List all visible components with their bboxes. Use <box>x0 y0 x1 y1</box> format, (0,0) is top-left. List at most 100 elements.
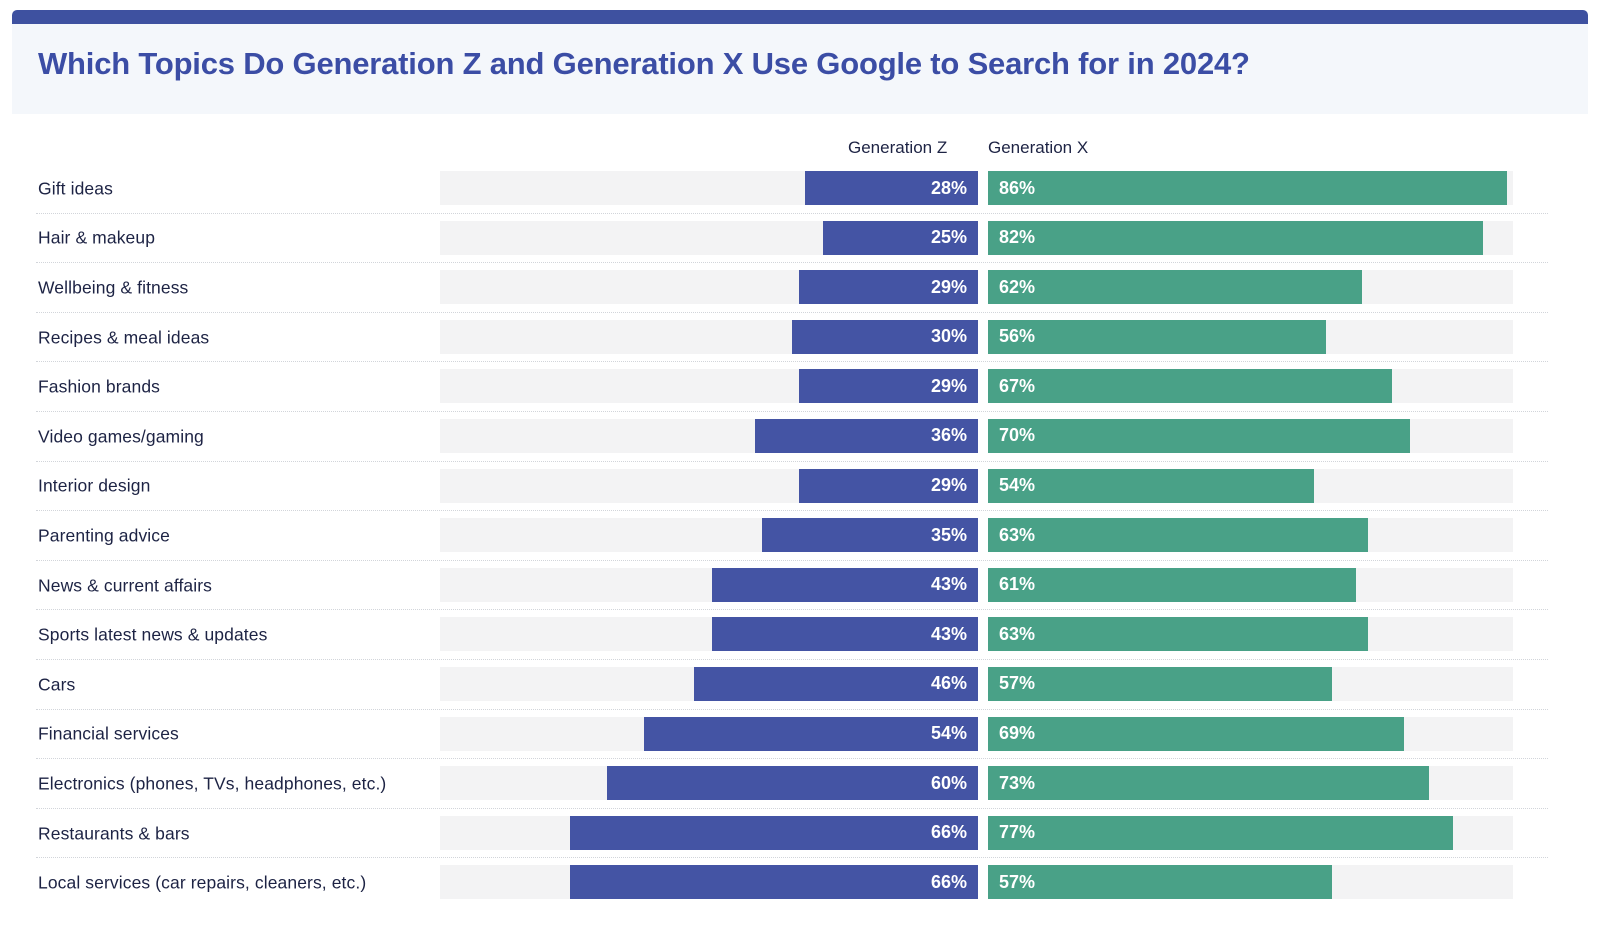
generation-x-track: 56% <box>988 319 1513 354</box>
generation-z-track: 29% <box>440 270 978 305</box>
generation-z-value: 29% <box>930 375 967 396</box>
generation-x-track: 54% <box>988 468 1513 503</box>
chart-row: Interior design 29% 54% <box>0 462 1600 512</box>
category-label: Hair & makeup <box>38 227 156 248</box>
generation-z-track: 30% <box>440 319 978 354</box>
generation-x-bar: 57% <box>988 865 1332 900</box>
generation-z-track: 25% <box>440 220 978 255</box>
chart-legend: Generation Z Generation X <box>0 138 1600 164</box>
legend-item-generation-z: Generation Z <box>848 138 948 157</box>
page-title: Which Topics Do Generation Z and Generat… <box>38 46 1250 81</box>
generation-z-track: 43% <box>440 617 978 652</box>
generation-z-bar: 28% <box>804 171 978 205</box>
generation-x-value: 61% <box>999 574 1036 595</box>
generation-x-track: 61% <box>988 567 1513 602</box>
chart-row: Local services (car repairs, cleaners, e… <box>0 858 1600 908</box>
generation-x-bar: 54% <box>988 468 1314 503</box>
generation-x-value: 57% <box>999 673 1036 694</box>
category-label: Wellbeing & fitness <box>38 277 189 298</box>
generation-z-bar: 35% <box>761 518 978 553</box>
generation-x-bar: 57% <box>988 666 1332 701</box>
generation-z-track: 46% <box>440 666 978 701</box>
chart-row: Fashion brands 29% 67% <box>0 362 1600 412</box>
generation-z-value: 25% <box>930 227 967 248</box>
category-label: Fashion brands <box>38 376 161 397</box>
generation-z-track: 36% <box>440 418 978 453</box>
legend-item-generation-x: Generation X <box>988 138 1089 157</box>
generation-z-bar: 25% <box>823 220 978 255</box>
category-label: Parenting advice <box>38 525 170 546</box>
chart-row: Gift ideas 28% 86% <box>0 164 1600 214</box>
generation-z-track: 66% <box>440 865 978 900</box>
generation-x-track: 73% <box>988 766 1513 801</box>
generation-x-track: 82% <box>988 220 1513 255</box>
generation-z-value: 29% <box>930 475 967 496</box>
generation-z-bar: 36% <box>755 418 978 453</box>
generation-x-track: 70% <box>988 418 1513 453</box>
category-label: Interior design <box>38 475 151 496</box>
generation-x-track: 63% <box>988 617 1513 652</box>
generation-x-value: 67% <box>999 375 1036 396</box>
generation-x-value: 56% <box>999 326 1036 347</box>
generation-z-bar: 29% <box>798 270 978 305</box>
generation-z-value: 54% <box>930 723 967 744</box>
generation-z-track: 54% <box>440 716 978 751</box>
generation-z-value: 60% <box>930 772 967 793</box>
generation-z-track: 43% <box>440 567 978 602</box>
generation-x-bar: 77% <box>988 815 1453 850</box>
generation-x-bar: 69% <box>988 716 1405 751</box>
generation-z-value: 28% <box>930 177 967 198</box>
generation-x-bar: 73% <box>988 766 1429 801</box>
chart-row: Restaurants & bars 66% 77% <box>0 809 1600 859</box>
chart-row: Recipes & meal ideas 30% 56% <box>0 313 1600 363</box>
generation-x-track: 62% <box>988 270 1513 305</box>
generation-z-bar: 30% <box>792 319 978 354</box>
generation-z-value: 36% <box>930 425 967 446</box>
generation-z-bar: 43% <box>712 617 978 652</box>
chart-row: Sports latest news & updates 43% 63% <box>0 610 1600 660</box>
category-label: Gift ideas <box>38 178 113 199</box>
generation-x-value: 63% <box>999 623 1036 644</box>
generation-z-value: 43% <box>930 574 967 595</box>
category-label: Restaurants & bars <box>38 823 190 844</box>
generation-z-track: 60% <box>440 766 978 801</box>
generation-x-track: 57% <box>988 666 1513 701</box>
generation-x-bar: 86% <box>988 171 1507 205</box>
generation-x-bar: 56% <box>988 319 1326 354</box>
generation-x-value: 70% <box>999 425 1036 446</box>
chart-row: Electronics (phones, TVs, headphones, et… <box>0 759 1600 809</box>
chart-row: News & current affairs 43% 61% <box>0 561 1600 611</box>
generation-z-bar: 66% <box>569 815 978 850</box>
category-label: Video games/gaming <box>38 426 204 447</box>
generation-z-value: 43% <box>930 623 967 644</box>
generation-z-value: 35% <box>930 524 967 545</box>
generation-x-bar: 63% <box>988 617 1369 652</box>
generation-x-track: 57% <box>988 865 1513 900</box>
generation-x-bar: 62% <box>988 270 1363 305</box>
category-label: Local services (car repairs, cleaners, e… <box>38 872 367 893</box>
generation-x-value: 69% <box>999 723 1036 744</box>
generation-z-value: 29% <box>930 276 967 297</box>
chart-row: Financial services 54% 69% <box>0 710 1600 760</box>
generation-x-value: 62% <box>999 276 1036 297</box>
generation-x-track: 86% <box>988 171 1513 205</box>
generation-z-bar: 29% <box>798 369 978 404</box>
generation-x-bar: 67% <box>988 369 1393 404</box>
generation-x-bar: 82% <box>988 220 1483 255</box>
generation-z-track: 35% <box>440 518 978 553</box>
generation-x-track: 69% <box>988 716 1513 751</box>
generation-z-track: 66% <box>440 815 978 850</box>
chart-row: Wellbeing & fitness 29% 62% <box>0 263 1600 313</box>
chart-row: Hair & makeup 25% 82% <box>0 214 1600 264</box>
generation-x-value: 54% <box>999 475 1036 496</box>
category-label: Cars <box>38 674 76 695</box>
generation-x-bar: 70% <box>988 418 1411 453</box>
category-label: Financial services <box>38 723 179 744</box>
chart-row: Parenting advice 35% 63% <box>0 511 1600 561</box>
generation-x-value: 82% <box>999 227 1036 248</box>
generation-x-track: 77% <box>988 815 1513 850</box>
category-label: News & current affairs <box>38 575 213 596</box>
chart-header-panel: Which Topics Do Generation Z and Generat… <box>12 10 1588 114</box>
category-label: Electronics (phones, TVs, headphones, et… <box>38 773 387 794</box>
chart-row: Cars 46% 57% <box>0 660 1600 710</box>
